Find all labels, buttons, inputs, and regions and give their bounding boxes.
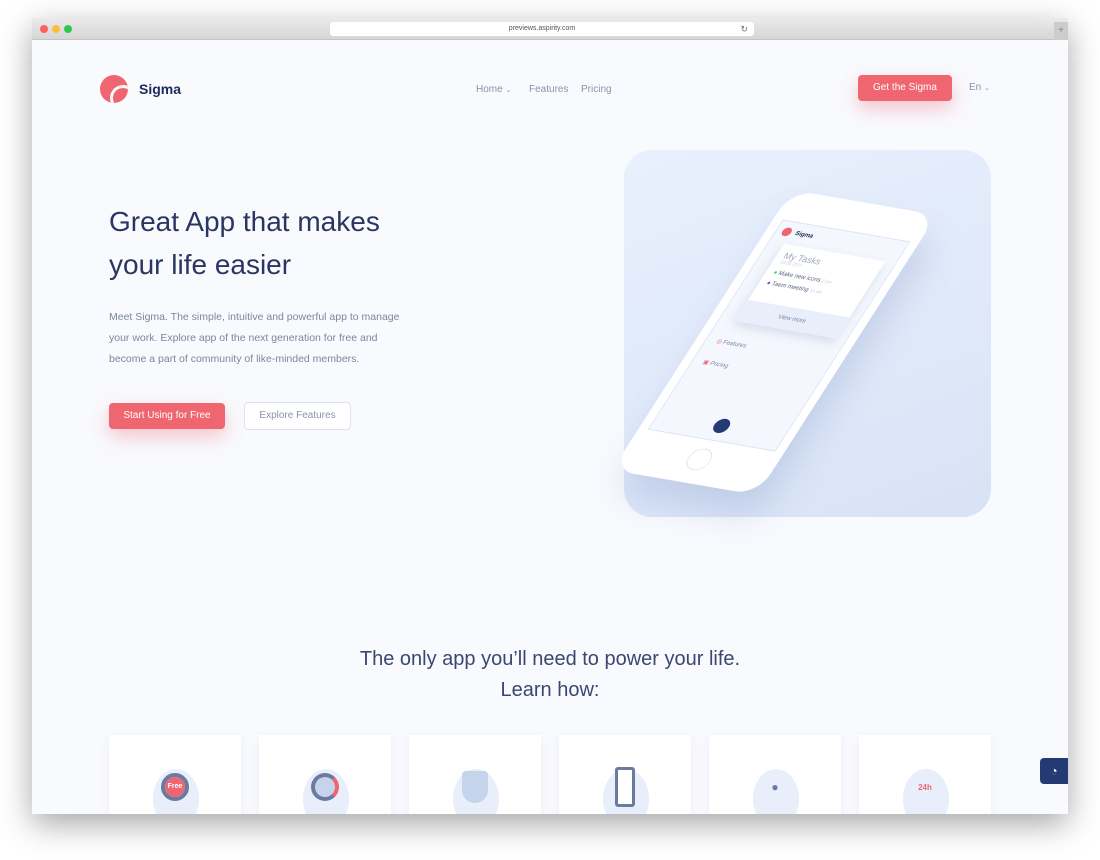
nav-home-label: Home xyxy=(476,84,503,95)
nav-pricing[interactable]: Pricing xyxy=(581,84,612,95)
start-free-button[interactable]: Start Using for Free xyxy=(109,403,225,429)
new-tab-button[interactable]: + xyxy=(1054,22,1068,40)
chevron-down-icon: ⌄ xyxy=(984,85,990,92)
explore-features-button[interactable]: Explore Features xyxy=(244,402,351,430)
reload-icon[interactable]: ↻ xyxy=(740,22,748,36)
feature-card[interactable] xyxy=(259,735,391,814)
language-label: En xyxy=(969,82,982,93)
free-badge: Free xyxy=(161,773,189,801)
phone-menu-features: ◎ Features xyxy=(715,338,749,349)
brand-name[interactable]: Sigma xyxy=(139,81,181,97)
phone-logo-icon xyxy=(779,226,794,237)
24h-label: 24h xyxy=(918,782,932,792)
url-text: previews.aspirity.com xyxy=(508,25,576,32)
shield-lock-icon xyxy=(461,767,489,807)
chevron-down-icon: ⌄ xyxy=(505,87,512,94)
chat-widget-button[interactable]: ◔ xyxy=(1040,758,1068,784)
browser-titlebar: previews.aspirity.com ↻ + xyxy=(32,18,1068,40)
nav-features[interactable]: Features xyxy=(529,84,568,95)
feature-card[interactable] xyxy=(559,735,691,814)
nav-home[interactable]: Home ⌄ xyxy=(476,84,511,95)
task-time: 10 am xyxy=(808,288,823,296)
headset-24h-icon: 24h xyxy=(911,767,939,807)
browser-window: previews.aspirity.com ↻ + Sigma Home ⌄ Fe… xyxy=(32,18,1068,814)
phone-home-button xyxy=(681,447,717,472)
section-heading: The only app you’ll need to power your l… xyxy=(32,644,1068,706)
feature-card[interactable]: Free xyxy=(109,735,241,814)
phone-add-button-icon xyxy=(709,417,734,435)
phone-menu-pricing: ▣ Pricing xyxy=(701,359,730,370)
phone-free-icon: Free xyxy=(161,767,189,807)
language-selector[interactable]: En ⌄ xyxy=(969,82,990,93)
section-heading-line1: The only app you’ll need to power your l… xyxy=(359,648,741,670)
address-bar[interactable]: previews.aspirity.com ↻ xyxy=(330,22,754,36)
phone-list-icon xyxy=(611,767,639,807)
phone-menu-label: Features xyxy=(721,338,749,349)
minimize-window-button[interactable] xyxy=(52,25,60,33)
view-more-button: View more xyxy=(734,299,850,339)
speedometer-icon xyxy=(311,767,339,807)
feature-card[interactable]: ● xyxy=(709,735,841,814)
phone-brand: Sigma xyxy=(793,229,816,240)
hero-title: Great App that makes your life easier xyxy=(109,206,380,280)
close-window-button[interactable] xyxy=(40,25,48,33)
task-label: Taem meeting xyxy=(770,280,811,293)
sigma-logo-icon[interactable] xyxy=(100,75,128,103)
maximize-window-button[interactable] xyxy=(64,25,72,33)
user-profile-icon: ● xyxy=(771,780,779,794)
feature-card[interactable] xyxy=(409,735,541,814)
phone-menu-label: Pricing xyxy=(708,359,731,370)
hero-description: Meet Sigma. The simple, intuitive and po… xyxy=(109,311,400,365)
feature-card[interactable]: 24h xyxy=(859,735,991,814)
section-heading-line2: Learn how: xyxy=(500,679,600,701)
tasks-card: My Tasks 10.05.2017 ● Make new icons 2 p… xyxy=(734,243,886,339)
get-sigma-button[interactable]: Get the Sigma xyxy=(858,75,952,101)
